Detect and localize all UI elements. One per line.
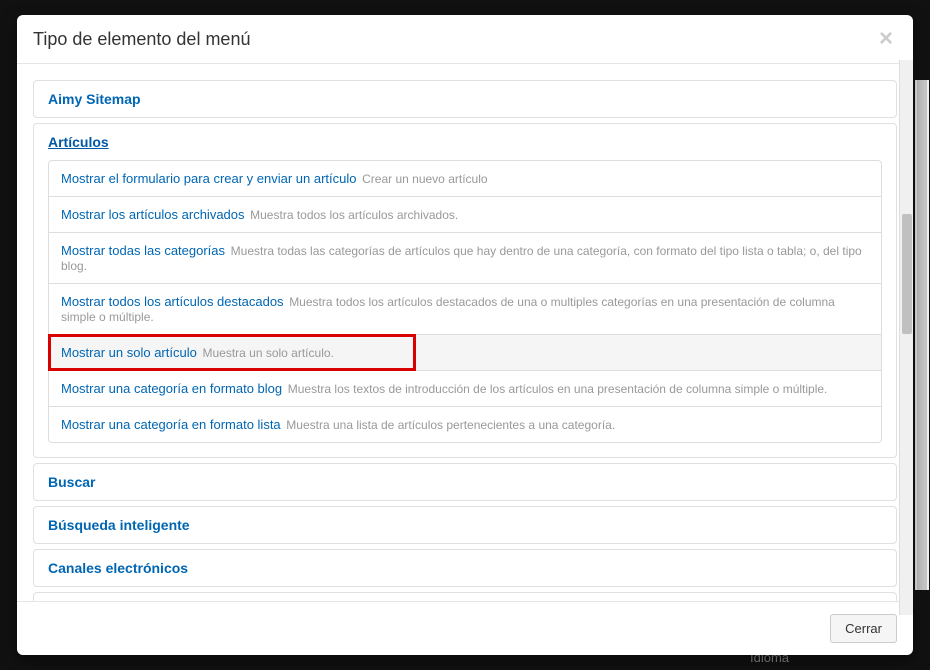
- section-link-canales[interactable]: Canales electrónicos: [48, 560, 188, 576]
- section-heading-canales[interactable]: Canales electrónicos: [34, 550, 896, 586]
- modal-body: Aimy Sitemap Artículos Mostrar el formul…: [17, 64, 913, 601]
- option-desc: Muestra un solo artículo.: [202, 346, 333, 360]
- section-body-articulos: Mostrar el formulario para crear y envia…: [34, 160, 896, 457]
- outer-scroll-thumb[interactable]: [917, 80, 927, 590]
- section-heading-busqueda[interactable]: Búsqueda inteligente: [34, 507, 896, 543]
- option-all-categories[interactable]: Mostrar todas las categorías Muestra tod…: [49, 233, 881, 284]
- option-featured-articles[interactable]: Mostrar todos los artículos destacados M…: [49, 284, 881, 335]
- section-link-buscar[interactable]: Buscar: [48, 474, 95, 490]
- section-link-aimy[interactable]: Aimy Sitemap: [48, 91, 141, 107]
- close-button[interactable]: Cerrar: [830, 614, 897, 643]
- option-desc: Crear un nuevo artículo: [362, 172, 487, 186]
- option-label: Mostrar todas las categorías: [61, 243, 225, 258]
- modal-scrollbar[interactable]: [899, 60, 913, 615]
- option-category-blog[interactable]: Mostrar una categoría en formato blog Mu…: [49, 371, 881, 407]
- option-label: Mostrar los artículos archivados: [61, 207, 245, 222]
- section-heading-buscar[interactable]: Buscar: [34, 464, 896, 500]
- option-desc: Muestra los textos de introducción de lo…: [288, 382, 828, 396]
- section-busqueda-inteligente: Búsqueda inteligente: [33, 506, 897, 544]
- section-contactos: Contactos: [33, 592, 897, 601]
- modal-header: Tipo de elemento del menú ×: [17, 15, 913, 64]
- option-desc: Muestra una lista de artículos perteneci…: [286, 418, 615, 432]
- section-heading-contactos[interactable]: Contactos: [34, 593, 896, 601]
- option-label: Mostrar una categoría en formato blog: [61, 381, 282, 396]
- option-label: Mostrar todos los artículos destacados: [61, 294, 284, 309]
- section-canales: Canales electrónicos: [33, 549, 897, 587]
- close-icon[interactable]: ×: [875, 27, 897, 51]
- menu-item-type-modal: Tipo de elemento del menú × Aimy Sitemap…: [17, 15, 913, 655]
- option-label: Mostrar un solo artículo: [61, 345, 197, 360]
- section-link-articulos[interactable]: Artículos: [48, 134, 109, 150]
- option-archived-articles[interactable]: Mostrar los artículos archivados Muestra…: [49, 197, 881, 233]
- option-category-list[interactable]: Mostrar una categoría en formato lista M…: [49, 407, 881, 442]
- modal-title: Tipo de elemento del menú: [33, 29, 250, 50]
- outer-scrollbar[interactable]: [915, 80, 929, 590]
- section-aimy-sitemap: Aimy Sitemap: [33, 80, 897, 118]
- option-list-articulos: Mostrar el formulario para crear y envia…: [48, 160, 882, 443]
- section-link-busqueda[interactable]: Búsqueda inteligente: [48, 517, 190, 533]
- section-heading-articulos[interactable]: Artículos: [34, 124, 896, 160]
- option-create-article[interactable]: Mostrar el formulario para crear y envia…: [49, 161, 881, 197]
- modal-scroll-thumb[interactable]: [902, 214, 912, 334]
- option-desc: Muestra todos los artículos archivados.: [250, 208, 458, 222]
- option-label: Mostrar el formulario para crear y envia…: [61, 171, 357, 186]
- section-articulos: Artículos Mostrar el formulario para cre…: [33, 123, 897, 458]
- option-single-article[interactable]: Mostrar un solo artículo Muestra un solo…: [49, 335, 881, 371]
- section-heading-aimy[interactable]: Aimy Sitemap: [34, 81, 896, 117]
- option-label: Mostrar una categoría en formato lista: [61, 417, 281, 432]
- section-buscar: Buscar: [33, 463, 897, 501]
- modal-footer: Cerrar: [17, 601, 913, 655]
